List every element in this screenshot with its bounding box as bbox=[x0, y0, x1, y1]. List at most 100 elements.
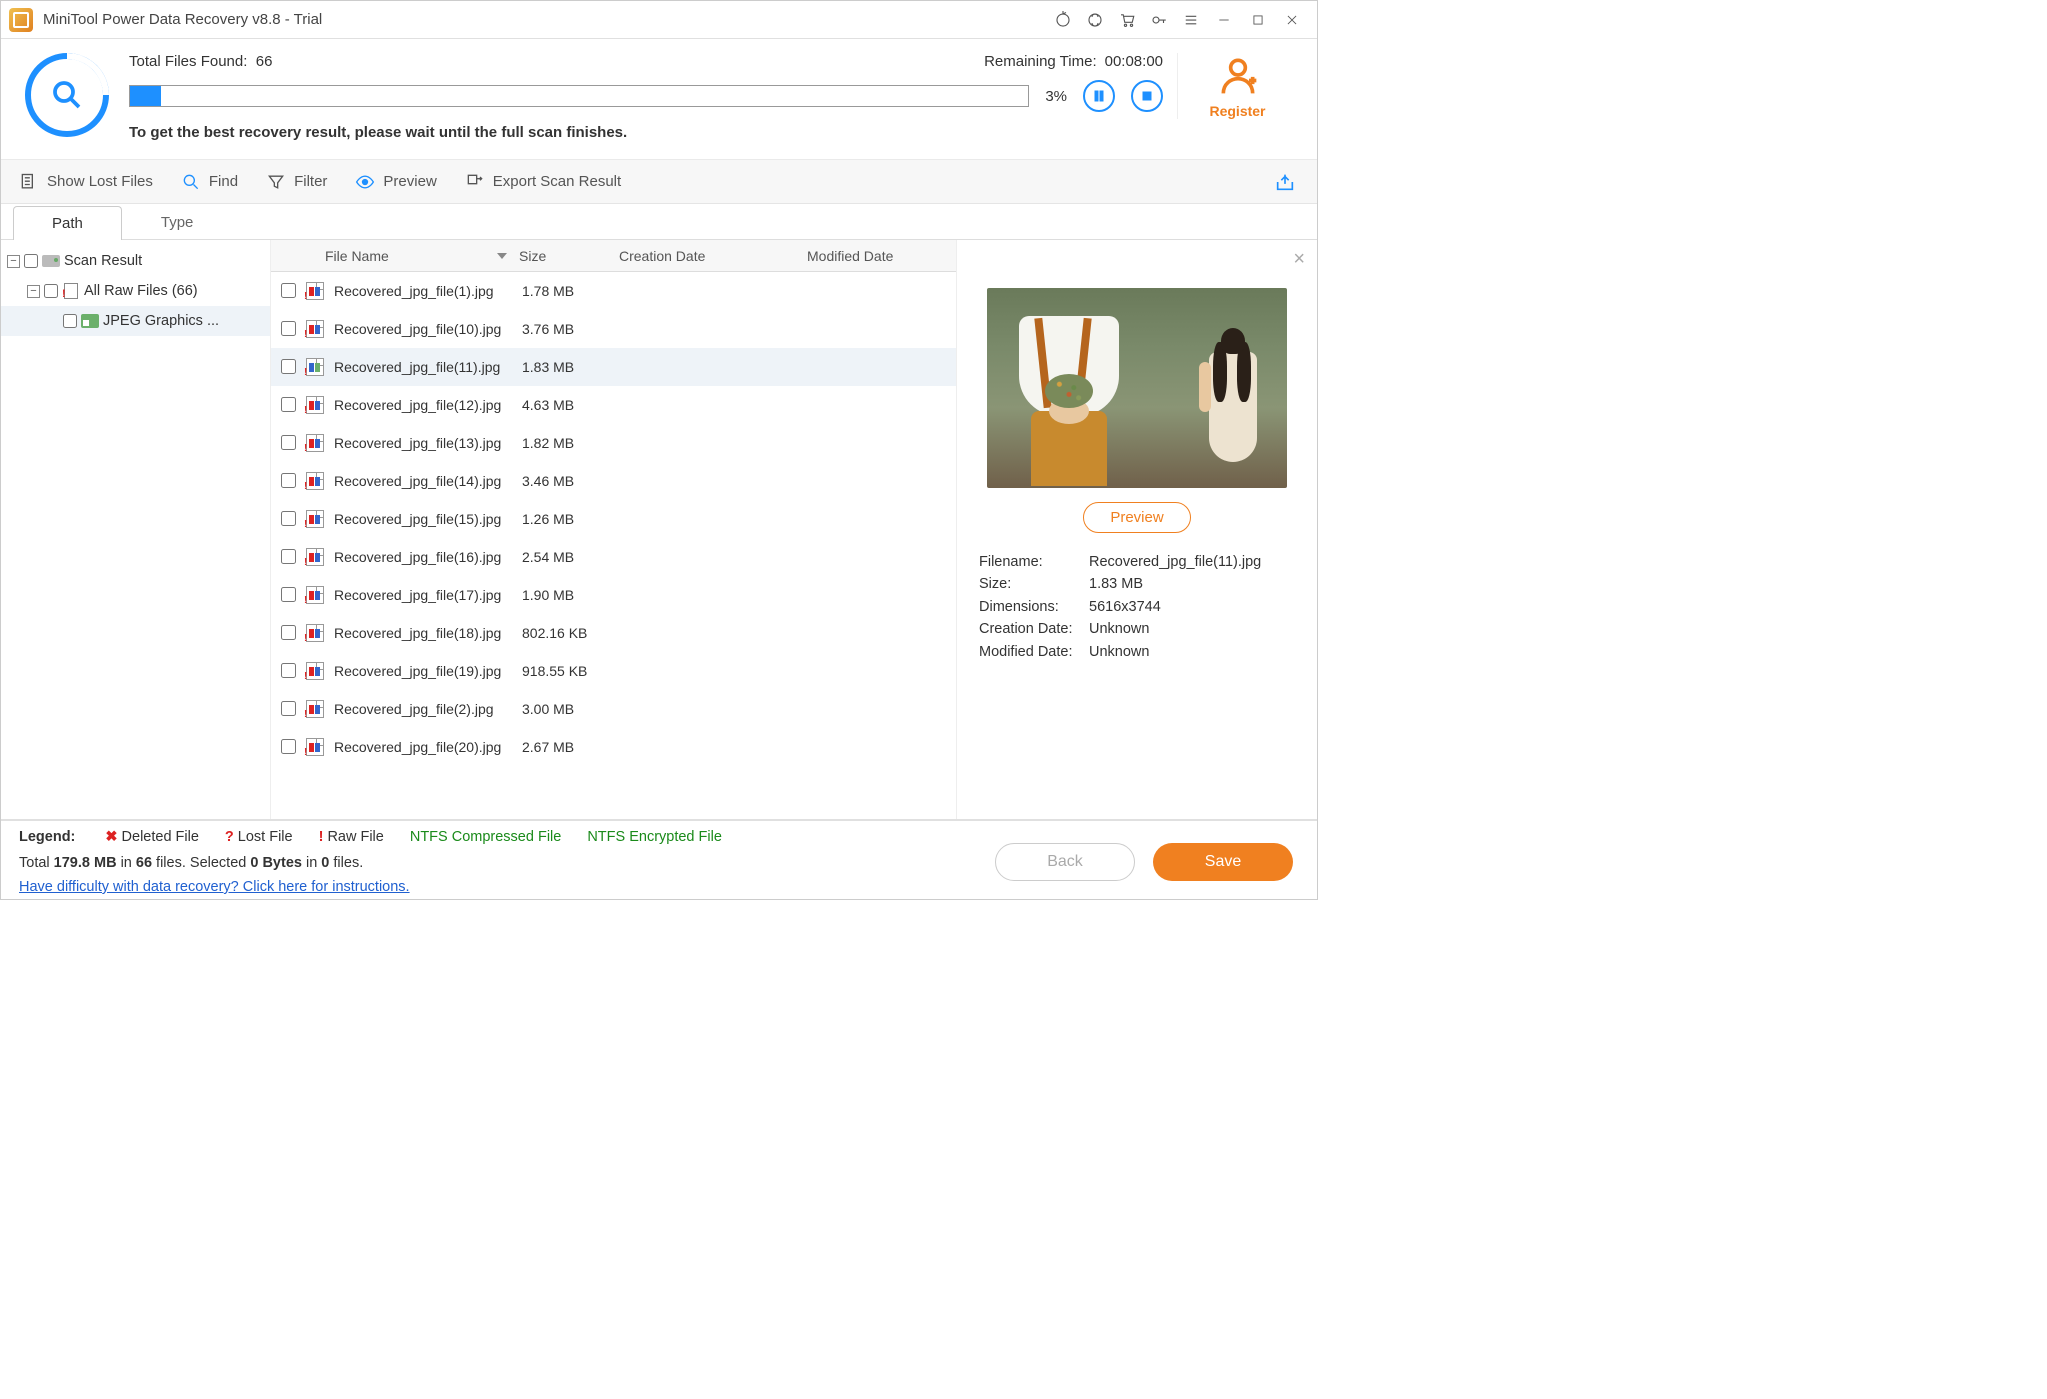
file-row[interactable]: !Recovered_jpg_file(2).jpg3.00 MB bbox=[271, 690, 956, 728]
file-size: 4.63 MB bbox=[522, 397, 622, 413]
file-row[interactable]: !Recovered_jpg_file(15).jpg1.26 MB bbox=[271, 500, 956, 538]
footer: Legend: ✖Deleted File ?Lost File !Raw Fi… bbox=[1, 819, 1317, 899]
preview-toolbar-button[interactable]: Preview bbox=[355, 172, 436, 192]
file-size: 1.82 MB bbox=[522, 435, 622, 451]
file-checkbox[interactable] bbox=[281, 739, 296, 754]
file-row[interactable]: !Recovered_jpg_file(17).jpg1.90 MB bbox=[271, 576, 956, 614]
file-name: Recovered_jpg_file(13).jpg bbox=[334, 435, 522, 451]
pause-button[interactable] bbox=[1083, 80, 1115, 112]
folder-icon bbox=[81, 314, 99, 328]
file-checkbox[interactable] bbox=[281, 473, 296, 488]
file-checkbox[interactable] bbox=[281, 587, 296, 602]
file-row[interactable]: !Recovered_jpg_file(12).jpg4.63 MB bbox=[271, 386, 956, 424]
tree-checkbox[interactable] bbox=[24, 254, 38, 268]
preview-metadata: Filename:Recovered_jpg_file(11).jpg Size… bbox=[979, 551, 1295, 663]
file-row[interactable]: !Recovered_jpg_file(14).jpg3.46 MB bbox=[271, 462, 956, 500]
column-modified-date[interactable]: Modified Date bbox=[807, 248, 956, 264]
tab-path[interactable]: Path bbox=[13, 206, 122, 240]
file-list-body[interactable]: !Recovered_jpg_file(1).jpg1.78 MB!Recove… bbox=[271, 272, 956, 819]
raw-file-icon: ! bbox=[306, 358, 324, 376]
raw-file-icon: ! bbox=[306, 624, 324, 642]
raw-file-icon: ! bbox=[306, 320, 324, 338]
file-row[interactable]: !Recovered_jpg_file(10).jpg3.76 MB bbox=[271, 310, 956, 348]
titlebar: MiniTool Power Data Recovery v8.8 - Tria… bbox=[1, 1, 1317, 39]
file-checkbox[interactable] bbox=[281, 701, 296, 716]
file-size: 802.16 KB bbox=[522, 625, 622, 641]
tree-checkbox[interactable] bbox=[44, 284, 58, 298]
menu-icon[interactable] bbox=[1175, 4, 1207, 36]
file-row[interactable]: ! Recovered_jpg_file(19).jpg918.55 KB bbox=[271, 652, 956, 690]
tree-jpeg-graphics[interactable]: JPEG Graphics ... bbox=[1, 306, 270, 336]
register-label: Register bbox=[1209, 103, 1265, 119]
register-button[interactable]: Register bbox=[1177, 53, 1297, 119]
file-checkbox[interactable] bbox=[281, 511, 296, 526]
help-link[interactable]: Have difficulty with data recovery? Clic… bbox=[19, 879, 410, 895]
column-creation-date[interactable]: Creation Date bbox=[619, 248, 807, 264]
toolbar: Show Lost Files Find Filter Preview Expo… bbox=[1, 160, 1317, 204]
legend-raw: !Raw File bbox=[319, 829, 384, 845]
back-button[interactable]: Back bbox=[995, 843, 1135, 881]
raw-file-icon: ! bbox=[306, 662, 324, 680]
cart-icon[interactable] bbox=[1111, 4, 1143, 36]
file-checkbox[interactable] bbox=[281, 663, 296, 678]
file-row[interactable]: !Recovered_jpg_file(16).jpg2.54 MB bbox=[271, 538, 956, 576]
column-size[interactable]: Size bbox=[519, 248, 619, 264]
file-size: 3.46 MB bbox=[522, 473, 622, 489]
preview-filename: Recovered_jpg_file(11).jpg bbox=[1089, 551, 1261, 573]
file-name: Recovered_jpg_file(14).jpg bbox=[334, 473, 522, 489]
file-row[interactable]: !Recovered_jpg_file(11).jpg1.83 MB bbox=[271, 348, 956, 386]
collapse-icon[interactable]: − bbox=[27, 285, 40, 298]
app-icon bbox=[9, 8, 33, 32]
preview-dimensions: 5616x3744 bbox=[1089, 596, 1161, 618]
key-icon[interactable] bbox=[1143, 4, 1175, 36]
legend-label: Legend: bbox=[19, 829, 75, 845]
scan-spinner-icon bbox=[25, 53, 109, 137]
tree-scan-result[interactable]: − Scan Result bbox=[1, 246, 270, 276]
tree-checkbox[interactable] bbox=[63, 314, 77, 328]
file-name: Recovered_jpg_file(19).jpg bbox=[334, 663, 522, 679]
legend-encrypted: NTFS Encrypted File bbox=[587, 829, 722, 845]
file-size: 3.00 MB bbox=[522, 701, 622, 717]
file-checkbox[interactable] bbox=[281, 283, 296, 298]
file-row[interactable]: !Recovered_jpg_file(20).jpg2.67 MB bbox=[271, 728, 956, 766]
legend-lost: ?Lost File bbox=[225, 829, 293, 845]
stop-button[interactable] bbox=[1131, 80, 1163, 112]
close-preview-button[interactable]: × bbox=[1293, 248, 1305, 271]
file-name: Recovered_jpg_file(12).jpg bbox=[334, 397, 522, 413]
file-checkbox[interactable] bbox=[281, 435, 296, 450]
column-filename[interactable]: File Name bbox=[271, 248, 519, 264]
found-label: Total Files Found: bbox=[129, 53, 247, 70]
file-size: 918.55 KB bbox=[522, 663, 622, 679]
file-row[interactable]: ! Recovered_jpg_file(18).jpg802.16 KB bbox=[271, 614, 956, 652]
file-checkbox[interactable] bbox=[281, 625, 296, 640]
file-checkbox[interactable] bbox=[281, 397, 296, 412]
show-lost-files-button[interactable]: Show Lost Files bbox=[19, 172, 153, 192]
file-size: 2.54 MB bbox=[522, 549, 622, 565]
file-name: Recovered_jpg_file(18).jpg bbox=[334, 625, 522, 641]
maximize-button[interactable] bbox=[1241, 4, 1275, 36]
collapse-icon[interactable]: − bbox=[7, 255, 20, 268]
preview-button[interactable]: Preview bbox=[1083, 502, 1190, 533]
app-title: MiniTool Power Data Recovery v8.8 - Tria… bbox=[43, 11, 322, 28]
refresh-icon[interactable] bbox=[1047, 4, 1079, 36]
file-checkbox[interactable] bbox=[281, 321, 296, 336]
file-size: 1.78 MB bbox=[522, 283, 622, 299]
save-button[interactable]: Save bbox=[1153, 843, 1293, 881]
file-checkbox[interactable] bbox=[281, 359, 296, 374]
support-icon[interactable] bbox=[1079, 4, 1111, 36]
progress-bar bbox=[129, 85, 1029, 107]
tab-type[interactable]: Type bbox=[122, 205, 233, 239]
file-size: 1.26 MB bbox=[522, 511, 622, 527]
tree-all-raw-files[interactable]: − All Raw Files (66) bbox=[1, 276, 270, 306]
remaining-label: Remaining Time: bbox=[984, 53, 1097, 70]
close-button[interactable] bbox=[1275, 4, 1309, 36]
file-checkbox[interactable] bbox=[281, 549, 296, 564]
filter-button[interactable]: Filter bbox=[266, 172, 327, 192]
export-button[interactable]: Export Scan Result bbox=[465, 172, 621, 192]
file-row[interactable]: !Recovered_jpg_file(13).jpg1.82 MB bbox=[271, 424, 956, 462]
file-size: 1.83 MB bbox=[522, 359, 622, 375]
minimize-button[interactable] bbox=[1207, 4, 1241, 36]
find-button[interactable]: Find bbox=[181, 172, 238, 192]
file-row[interactable]: !Recovered_jpg_file(1).jpg1.78 MB bbox=[271, 272, 956, 310]
share-button[interactable] bbox=[1271, 168, 1299, 196]
